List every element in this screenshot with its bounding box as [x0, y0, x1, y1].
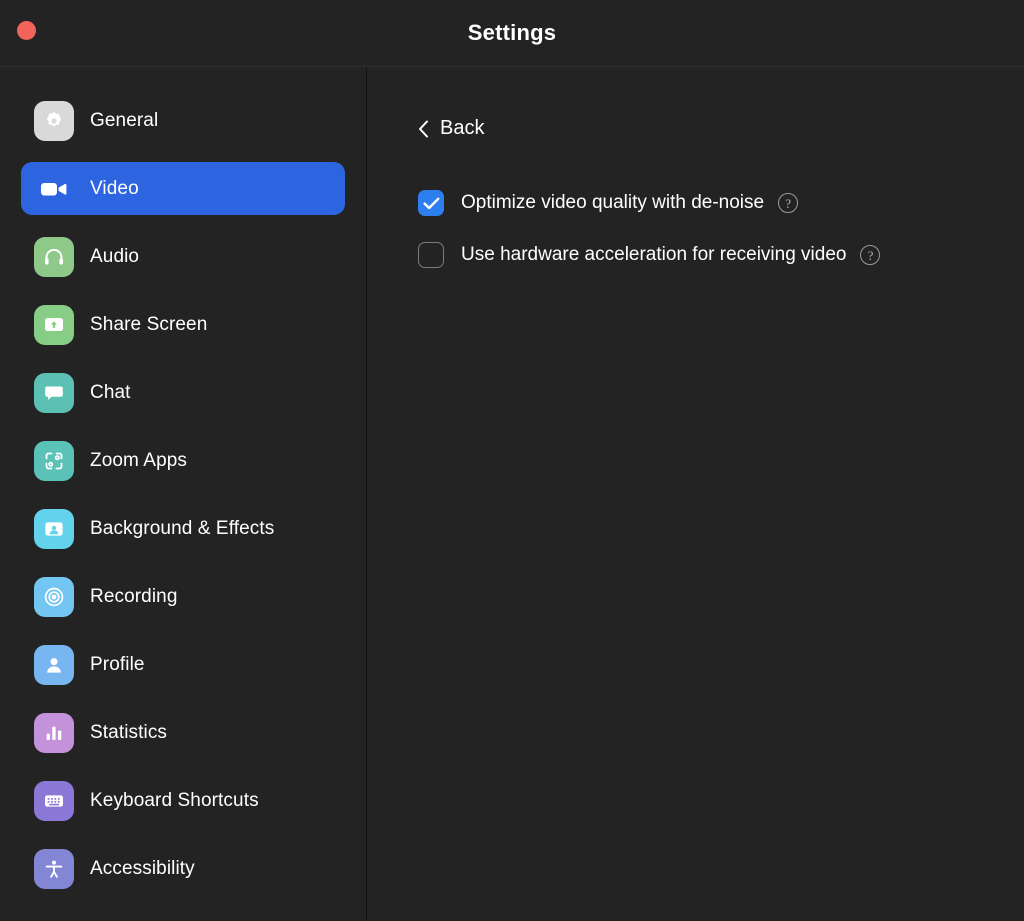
sidebar-item-label: Accessibility — [90, 858, 195, 880]
bar-chart-icon — [34, 713, 74, 753]
optimize-video-checkbox[interactable] — [418, 190, 444, 216]
zoom-apps-icon — [34, 441, 74, 481]
headphones-icon — [34, 237, 74, 277]
sidebar-item-label: Keyboard Shortcuts — [90, 790, 259, 812]
sidebar-item-general[interactable]: General — [21, 94, 345, 147]
sidebar-item-label: Statistics — [90, 722, 167, 744]
record-icon — [34, 577, 74, 617]
sidebar-item-share-screen[interactable]: Share Screen — [21, 298, 345, 351]
window-body: General Video — [0, 66, 1024, 921]
sidebar-item-label: Background & Effects — [90, 518, 274, 540]
settings-main-panel: Back Optimize video quality with de-nois… — [367, 67, 1024, 921]
option-row-hardware-acceleration: Use hardware acceleration for receiving … — [418, 242, 1024, 268]
sidebar-item-label: Zoom Apps — [90, 450, 187, 472]
sidebar-item-chat[interactable]: Chat — [21, 366, 345, 419]
sidebar-item-label: Video — [90, 178, 139, 200]
option-label: Use hardware acceleration for receiving … — [461, 244, 846, 266]
accessibility-icon — [34, 849, 74, 889]
sidebar-item-label: Audio — [90, 246, 139, 268]
sidebar-item-statistics[interactable]: Statistics — [21, 706, 345, 759]
profile-person-icon — [34, 645, 74, 685]
sidebar-item-profile[interactable]: Profile — [21, 638, 345, 691]
sidebar-nav-list: General Video — [0, 94, 366, 895]
help-icon[interactable]: ? — [860, 245, 880, 265]
window-controls — [17, 21, 36, 40]
sidebar-item-label: Chat — [90, 382, 131, 404]
sidebar-item-keyboard-shortcuts[interactable]: Keyboard Shortcuts — [21, 774, 345, 827]
chevron-left-icon — [418, 120, 429, 138]
sidebar-item-video[interactable]: Video — [21, 162, 345, 215]
keyboard-icon — [34, 781, 74, 821]
close-window-button[interactable] — [17, 21, 36, 40]
sidebar-item-label: Recording — [90, 586, 178, 608]
hardware-acceleration-checkbox[interactable] — [418, 242, 444, 268]
sidebar-item-background-effects[interactable]: Background & Effects — [21, 502, 345, 555]
chat-bubble-icon — [34, 373, 74, 413]
back-button[interactable]: Back — [418, 117, 484, 140]
sidebar-item-label: Share Screen — [90, 314, 207, 336]
back-label: Back — [440, 117, 484, 140]
option-label: Optimize video quality with de-noise — [461, 192, 764, 214]
video-camera-icon — [34, 169, 74, 209]
sidebar-item-label: Profile — [90, 654, 145, 676]
sidebar-item-accessibility[interactable]: Accessibility — [21, 842, 345, 895]
gear-icon — [34, 101, 74, 141]
background-person-icon — [34, 509, 74, 549]
settings-sidebar: General Video — [0, 67, 367, 921]
title-bar: Settings — [0, 0, 1024, 66]
settings-window: Settings General — [0, 0, 1024, 921]
sidebar-item-audio[interactable]: Audio — [21, 230, 345, 283]
sidebar-item-recording[interactable]: Recording — [21, 570, 345, 623]
share-screen-icon — [34, 305, 74, 345]
option-row-optimize-video: Optimize video quality with de-noise ? — [418, 190, 1024, 216]
page-title: Settings — [468, 20, 556, 46]
help-icon[interactable]: ? — [778, 193, 798, 213]
sidebar-item-label: General — [90, 110, 158, 132]
sidebar-item-zoom-apps[interactable]: Zoom Apps — [21, 434, 345, 487]
